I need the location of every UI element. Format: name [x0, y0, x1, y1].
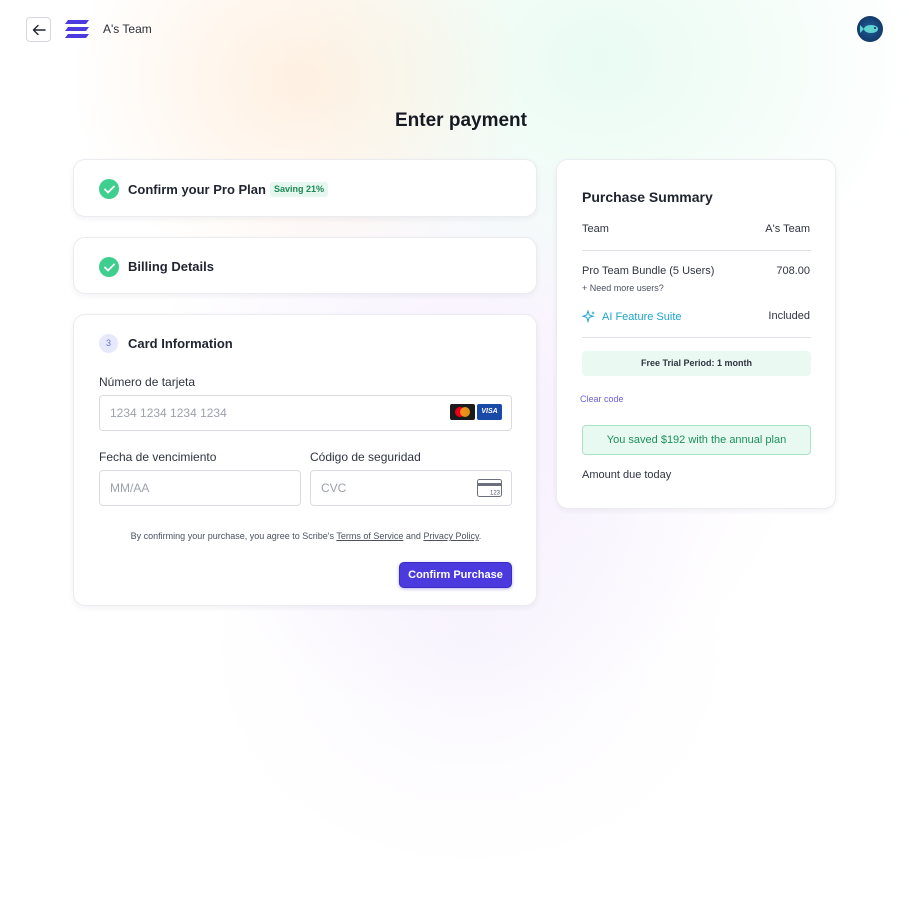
back-button[interactable]: [26, 17, 51, 42]
step-card-information: 3 Card Information Número de tarjeta VIS…: [73, 314, 537, 606]
step-billing-details[interactable]: Billing Details: [73, 237, 537, 294]
terms-link[interactable]: Terms of Service: [336, 531, 403, 541]
ai-feature-label: AI Feature Suite: [602, 311, 682, 323]
legal-text: By confirming your purchase, you agree t…: [74, 531, 538, 541]
page-title: Enter payment: [395, 110, 527, 131]
saving-badge: Saving 21%: [270, 182, 329, 197]
step-title: Billing Details: [128, 259, 214, 274]
purchase-summary: Purchase Summary Team A's Team Pro Team …: [556, 159, 836, 509]
divider: [582, 337, 811, 338]
step-number: 3: [99, 334, 118, 353]
expiry-input[interactable]: [99, 470, 301, 506]
fish-avatar-icon: [860, 25, 878, 33]
check-circle-icon: [99, 257, 119, 277]
team-label: Team: [582, 223, 609, 235]
amount-due-label: Amount due today: [582, 469, 672, 481]
legal-suffix: .: [478, 531, 482, 541]
avatar[interactable]: [857, 16, 883, 42]
free-trial-badge: Free Trial Period: 1 month: [582, 351, 811, 376]
ai-feature-value: Included: [768, 310, 810, 322]
scribe-logo-icon: [64, 19, 90, 39]
ai-feature-suite: AI Feature Suite: [582, 310, 682, 324]
expiry-label: Fecha de vencimiento: [99, 450, 217, 464]
arrow-left-icon: [32, 24, 46, 35]
cvc-label: Código de seguridad: [310, 450, 421, 464]
confirm-purchase-button[interactable]: Confirm Purchase: [399, 562, 512, 588]
summary-title: Purchase Summary: [582, 189, 713, 205]
team-name: A's Team: [103, 22, 152, 36]
bundle-label: Pro Team Bundle (5 Users): [582, 265, 715, 277]
legal-prefix: By confirming your purchase, you agree t…: [130, 531, 334, 541]
mastercard-icon: [450, 404, 475, 420]
sparkle-icon: [582, 310, 595, 324]
team-value: A's Team: [765, 223, 810, 235]
cvc-card-icon: 123: [477, 479, 502, 502]
step-confirm-plan[interactable]: Confirm your Pro Plan Saving 21%: [73, 159, 537, 217]
check-circle-icon: [99, 179, 119, 199]
need-more-users-link[interactable]: + Need more users?: [582, 283, 664, 293]
bundle-price: 708.00: [776, 265, 810, 277]
legal-and: and: [405, 531, 421, 541]
clear-code-link[interactable]: Clear code: [580, 394, 624, 404]
cvc-icon-text: 123: [490, 491, 501, 497]
visa-icon: VISA: [477, 404, 502, 420]
step-title: Confirm your Pro Plan: [128, 182, 266, 197]
savings-banner: You saved $192 with the annual plan: [582, 425, 811, 455]
divider: [582, 250, 811, 251]
card-brand-logos: VISA: [450, 404, 502, 420]
privacy-link[interactable]: Privacy Policy: [423, 531, 478, 541]
step-title: Card Information: [128, 336, 233, 351]
card-number-label: Número de tarjeta: [99, 375, 196, 389]
